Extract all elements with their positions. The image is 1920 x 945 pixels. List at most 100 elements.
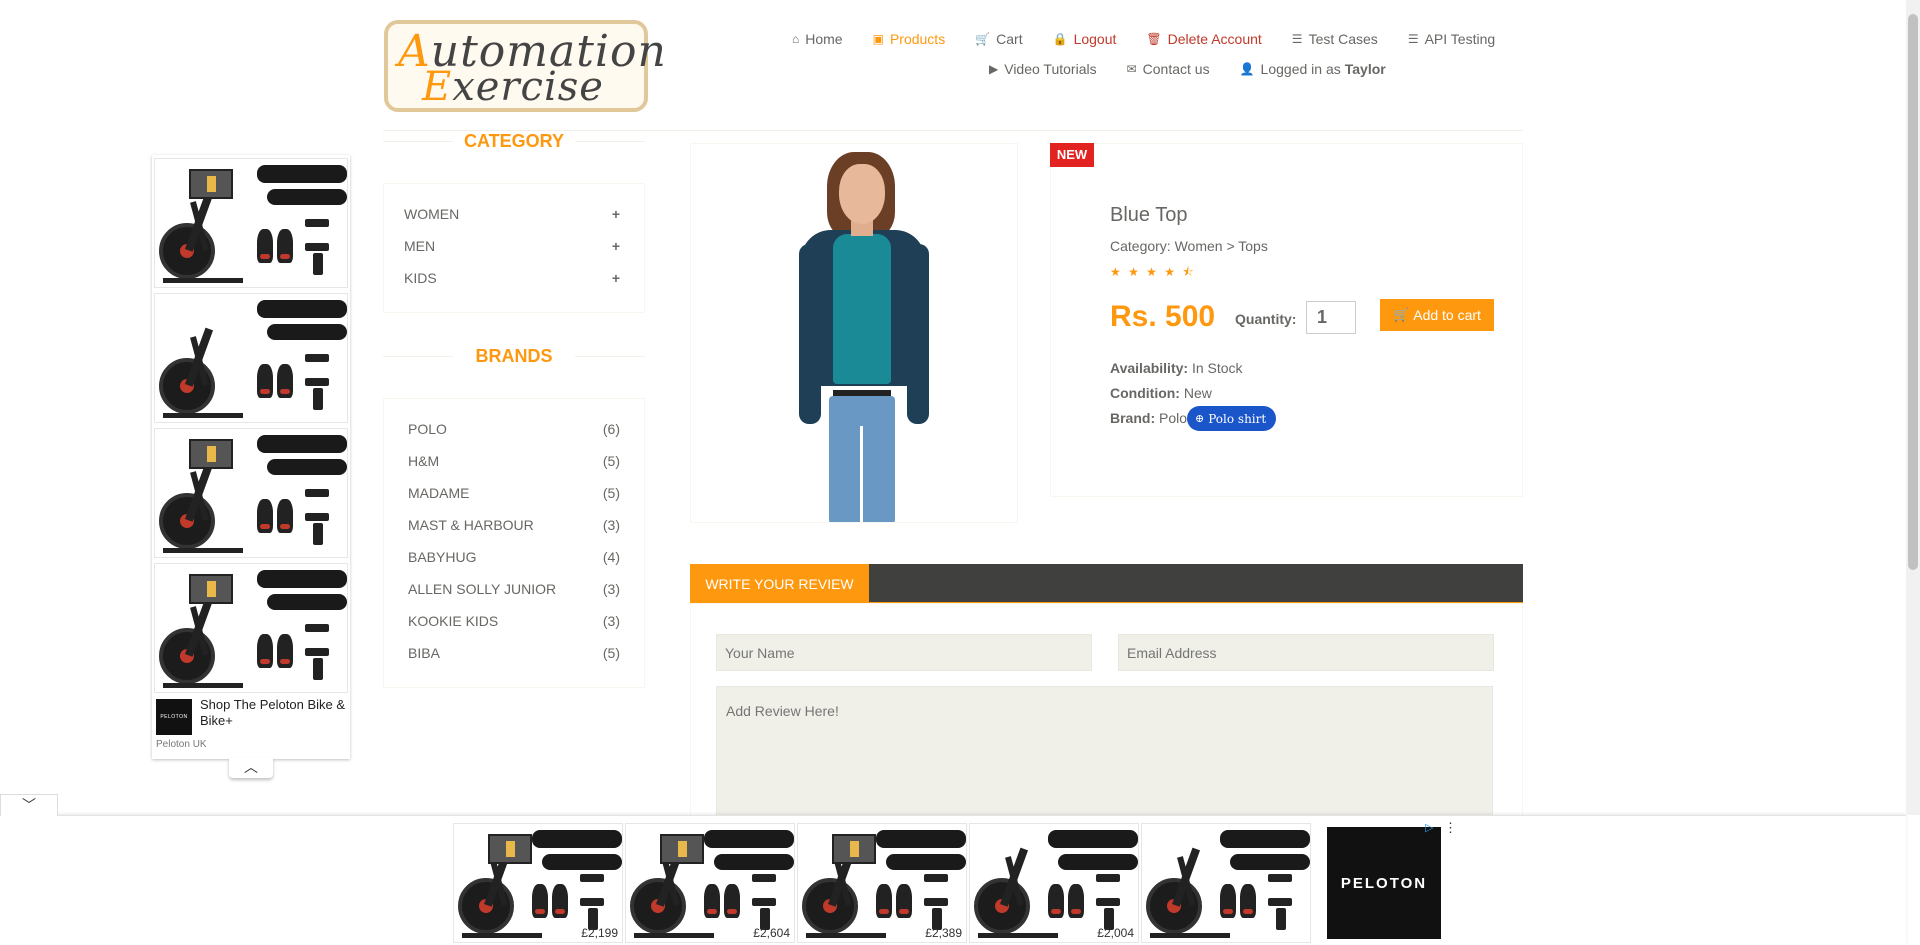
- dumbbell: [313, 388, 323, 410]
- dumbbell: [580, 898, 604, 906]
- brand-mast-harbour[interactable]: MAST & HARBOUR (3): [408, 517, 620, 533]
- products-icon: ▣: [872, 32, 884, 46]
- ad-product-tile[interactable]: [154, 293, 348, 423]
- category-women[interactable]: WOMEN +: [404, 206, 620, 222]
- category-panel: WOMEN + MEN + KIDS +: [383, 183, 645, 313]
- cycling-shoe: [277, 364, 293, 398]
- model-top: [833, 234, 891, 384]
- write-review-tab[interactable]: WRITE YOUR REVIEW: [690, 564, 869, 603]
- dumbbell: [1268, 898, 1292, 906]
- brand-babyhug[interactable]: BABYHUG (4): [408, 549, 620, 565]
- brand-kookie-kids[interactable]: KOOKIE KIDS (3): [408, 613, 620, 629]
- bottom-ad-tile[interactable]: £2,389: [797, 823, 967, 943]
- review-textarea[interactable]: [716, 686, 1493, 836]
- ad-product-tile[interactable]: [154, 563, 348, 693]
- foam-roller: [267, 459, 347, 475]
- foam-roller: [267, 189, 347, 205]
- nav-cart[interactable]: 🛒 Cart: [975, 31, 1022, 47]
- nav-test-cases[interactable]: ☰ Test Cases: [1292, 31, 1378, 47]
- foam-roller: [876, 830, 966, 848]
- brand: Brand: Polo: [1110, 410, 1188, 426]
- ad-price: £2,389: [925, 926, 962, 940]
- dumbbell: [1096, 874, 1120, 882]
- dumbbell: [752, 898, 776, 906]
- brand-hm[interactable]: H&M (5): [408, 453, 620, 469]
- side-ad-footer[interactable]: PELOTON Shop The Peloton Bike & Bike+ Pe…: [154, 691, 348, 751]
- ad-product-tile[interactable]: [154, 428, 348, 558]
- peloton-logo: PELOTON: [156, 699, 192, 735]
- dumbbell: [924, 874, 948, 882]
- logged-in-username: Taylor: [1344, 61, 1386, 77]
- dumbbell: [305, 513, 329, 521]
- dumbbell: [313, 658, 323, 680]
- bike-screen: [189, 574, 233, 604]
- cycling-shoe: [1068, 884, 1084, 918]
- quantity-input[interactable]: [1306, 301, 1356, 334]
- page-scrollbar[interactable]: [1906, 0, 1920, 815]
- adchoices-icon[interactable]: ▷: [1425, 821, 1433, 834]
- dumbbell: [313, 523, 323, 545]
- cycling-shoe: [704, 884, 720, 918]
- brand-allen-solly-junior[interactable]: ALLEN SOLLY JUNIOR (3): [408, 581, 620, 597]
- condition: Condition: New: [1110, 385, 1212, 401]
- nav-products[interactable]: ▣ Products: [873, 31, 946, 47]
- plus-icon[interactable]: +: [612, 270, 620, 286]
- review-email-input[interactable]: [1118, 634, 1494, 671]
- review-name-input[interactable]: [716, 634, 1092, 671]
- cycling-shoe: [1048, 884, 1064, 918]
- dumbbell: [305, 219, 329, 227]
- dumbbell: [924, 898, 948, 906]
- bike-base: [1150, 933, 1230, 938]
- side-ad-collapse-button[interactable]: ︿: [229, 758, 273, 778]
- bike-flywheel: [159, 493, 215, 549]
- polo-shirt-chip[interactable]: ⊕ Polo shirt: [1187, 406, 1277, 431]
- plus-icon[interactable]: +: [612, 206, 620, 222]
- scrollbar-thumb[interactable]: [1908, 14, 1918, 570]
- bottom-ad-tile[interactable]: £2,604: [625, 823, 795, 943]
- brand-madame[interactable]: MADAME (5): [408, 485, 620, 501]
- nav-home[interactable]: ⌂ Home: [792, 31, 843, 47]
- add-to-cart-button[interactable]: 🛒 Add to cart: [1380, 299, 1494, 331]
- category-men[interactable]: MEN +: [404, 238, 620, 254]
- youtube-icon: ▶: [989, 62, 999, 76]
- brand-polo[interactable]: POLO (6): [408, 421, 620, 437]
- nav-delete-account[interactable]: 🗑 Delete Account: [1146, 31, 1261, 47]
- plus-circle-icon: ⊕: [1195, 412, 1205, 425]
- product-price: Rs. 500: [1110, 300, 1216, 333]
- lock-icon: 🔒: [1052, 32, 1068, 46]
- nav-video-tutorials[interactable]: ▶ Video Tutorials: [989, 61, 1097, 77]
- bike-base: [978, 933, 1058, 938]
- side-ad-banner[interactable]: ▷ ⋮ PELOTON Shop The Peloton Bike & Bike…: [152, 155, 350, 759]
- dumbbell: [1268, 874, 1292, 882]
- bike-base: [462, 933, 542, 938]
- plus-icon[interactable]: +: [612, 238, 620, 254]
- nav-logout[interactable]: 🔒 Logout: [1053, 31, 1117, 47]
- quantity-label: Quantity:: [1235, 311, 1297, 327]
- category-kids[interactable]: KIDS +: [404, 270, 620, 286]
- nav-api-testing[interactable]: ☰ API Testing: [1408, 31, 1495, 47]
- bottom-ad-collapse-button[interactable]: ﹀: [0, 794, 58, 816]
- bike-flywheel: [458, 878, 514, 934]
- ad-price: £2,604: [753, 926, 790, 940]
- site-logo[interactable]: Automation Exercise: [384, 20, 666, 112]
- cycling-shoe: [257, 499, 273, 533]
- brand-biba[interactable]: BIBA (5): [408, 645, 620, 661]
- side-ad-title[interactable]: Shop The Peloton Bike & Bike+: [200, 697, 346, 729]
- peloton-logo[interactable]: PELOTON: [1327, 827, 1441, 939]
- brands-heading: BRANDS: [383, 346, 645, 367]
- bike-flywheel: [1146, 878, 1202, 934]
- foam-roller: [257, 165, 347, 183]
- home-icon: ⌂: [792, 32, 800, 46]
- ad-menu-icon[interactable]: ⋮: [1444, 820, 1457, 836]
- bike-base: [634, 933, 714, 938]
- dumbbell: [305, 624, 329, 632]
- bottom-ad-tile[interactable]: £2,004: [969, 823, 1139, 943]
- cycling-shoe: [1220, 884, 1236, 918]
- ad-product-tile[interactable]: [154, 158, 348, 288]
- bottom-ad-tile[interactable]: [1141, 823, 1311, 943]
- nav-contact-us[interactable]: ✉ Contact us: [1127, 61, 1210, 77]
- dumbbell: [313, 253, 323, 275]
- bottom-ad-tile[interactable]: £2,199: [453, 823, 623, 943]
- rating-stars-icon: ★ ★ ★ ★ ⯪: [1110, 265, 1196, 279]
- side-ad-advertiser: Peloton UK: [156, 739, 207, 750]
